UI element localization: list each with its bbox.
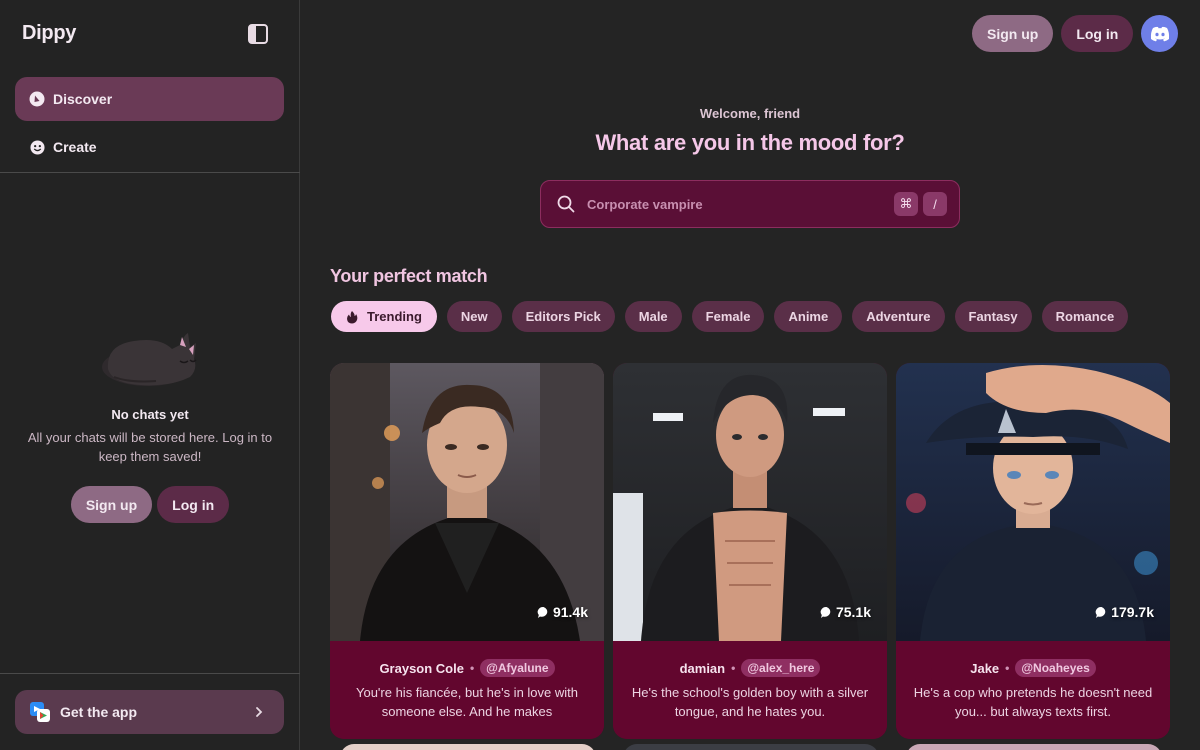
chip-trending[interactable]: Trending [331, 301, 437, 332]
card-name-row: damian • @alex_here [613, 659, 887, 677]
creator-handle[interactable]: @Afyalune [480, 659, 555, 677]
character-card[interactable]: 179.7k Jake • @Noaheyes He's a cop who p… [896, 363, 1170, 739]
page-title: What are you in the mood for? [595, 130, 905, 155]
chat-bubble-icon [1095, 606, 1108, 619]
sidebar-item-label: Create [53, 139, 97, 155]
get-app-label: Get the app [60, 704, 138, 720]
chat-count: 75.1k [820, 604, 871, 620]
chat-bubble-icon [537, 606, 550, 619]
character-portrait [613, 363, 887, 641]
sidebar-item-label: Discover [53, 91, 113, 107]
sidebar-auth-buttons: Sign up Log in [0, 486, 300, 523]
chip-adventure[interactable]: Adventure [852, 301, 945, 332]
empty-title: No chats yet [111, 407, 189, 422]
command-key-icon: ⌘ [894, 192, 918, 216]
chip-fantasy[interactable]: Fantasy [954, 301, 1032, 332]
chip-new[interactable]: New [446, 301, 502, 332]
chat-count-value: 179.7k [1111, 604, 1154, 620]
chip-editors-pick[interactable]: Editors Pick [511, 301, 615, 332]
divider [0, 673, 300, 674]
card-info: damian • @alex_here He's the school's go… [613, 641, 887, 739]
chat-count: 179.7k [1095, 604, 1154, 620]
sleeping-cat-icon [102, 333, 197, 386]
chat-count-value: 75.1k [835, 604, 871, 620]
card-name-row: Jake • @Noaheyes [896, 659, 1170, 677]
separator-dot: • [469, 661, 475, 675]
sidebar-signup-button[interactable]: Sign up [70, 486, 153, 523]
chip-female[interactable]: Female [691, 301, 765, 332]
section-title: Your perfect match [330, 266, 488, 286]
search-input[interactable]: Corporate vampire ⌘ / [540, 180, 960, 228]
chip-anime[interactable]: Anime [774, 301, 843, 332]
flame-icon [345, 310, 359, 324]
sidebar-login-button[interactable]: Log in [157, 486, 230, 523]
character-description: He's the school's golden boy with a silv… [631, 685, 869, 719]
get-app-button[interactable]: Get the app [15, 690, 284, 734]
divider [0, 172, 300, 173]
creator-handle[interactable]: @Noaheyes [1015, 659, 1096, 677]
chat-count-value: 91.4k [552, 604, 588, 620]
discord-icon[interactable] [1141, 15, 1179, 52]
character-description: You're his fiancée, but he's in love wit… [355, 685, 578, 719]
character-name: damian [679, 660, 726, 676]
empty-chats-state: No chats yet All your chats will be stor… [0, 325, 300, 523]
search-icon [557, 195, 575, 213]
card-info: Jake • @Noaheyes He's a cop who pretends… [896, 641, 1170, 739]
sidebar: Dippy Discover Create No chats yet All y… [0, 0, 300, 750]
chat-count: 91.4k [537, 604, 588, 620]
empty-description: All your chats will be stored here. Log … [27, 430, 273, 464]
app-root: Dippy Discover Create No chats yet All y… [0, 0, 1200, 750]
header-auth: Sign up Log in [972, 15, 1179, 52]
character-card[interactable]: 91.4k Grayson Cole • @Afyalune You're hi… [330, 363, 604, 739]
slash-key-icon: / [923, 192, 947, 216]
card-name-row: Grayson Cole • @Afyalune [330, 659, 604, 677]
app-store-icon [29, 701, 51, 723]
chat-bubble-icon [820, 606, 833, 619]
next-card-peek [623, 744, 879, 750]
sidebar-item-discover[interactable]: Discover [15, 77, 284, 121]
header-login-button[interactable]: Log in [1061, 15, 1134, 52]
chevron-right-icon [252, 703, 266, 721]
smiley-icon [29, 139, 45, 155]
separator-dot: • [731, 661, 736, 675]
welcome-text: Welcome, friend [699, 106, 801, 121]
sidebar-toggle-icon[interactable] [247, 23, 269, 45]
card-info: Grayson Cole • @Afyalune You're his fian… [330, 641, 604, 739]
search-placeholder: Corporate vampire [587, 196, 703, 212]
character-name: Jake [970, 660, 1000, 676]
character-portrait [896, 363, 1170, 641]
chip-label: Trending [367, 309, 422, 324]
chip-male[interactable]: Male [624, 301, 682, 332]
category-chips: Trending New Editors Pick Male Female An… [331, 301, 1129, 332]
next-card-peek [340, 744, 596, 750]
brand-logo[interactable]: Dippy [22, 22, 76, 45]
sidebar-item-create[interactable]: Create [15, 125, 284, 169]
character-name: Grayson Cole [379, 660, 464, 676]
compass-icon [29, 91, 45, 107]
character-description: He's a cop who pretends he doesn't need … [913, 685, 1153, 719]
separator-dot: • [1005, 661, 1010, 675]
character-portrait [330, 363, 604, 641]
character-card[interactable]: 75.1k damian • @alex_here He's the schoo… [613, 363, 887, 739]
chip-romance[interactable]: Romance [1041, 301, 1129, 332]
creator-handle[interactable]: @alex_here [741, 659, 821, 677]
next-card-peek [906, 744, 1162, 750]
header-signup-button[interactable]: Sign up [972, 15, 1054, 52]
